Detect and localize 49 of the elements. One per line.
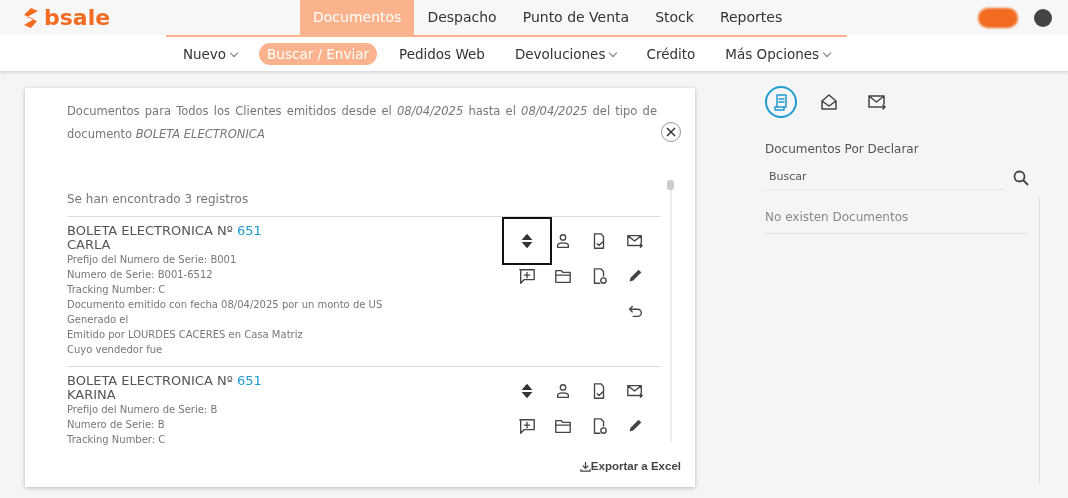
empty-message: No existen Documentos <box>765 209 909 224</box>
record-detail: Generado el <box>67 313 130 327</box>
subnav-tab[interactable]: Crédito <box>638 42 704 66</box>
subnav-tab[interactable]: Más Opciones <box>717 42 839 66</box>
swap-button[interactable] <box>504 219 550 263</box>
nav-tab[interactable]: Reportes <box>706 0 796 35</box>
filter-description: Documentos para Todos los Clientes emitidos desde el 08/04/2025 hasta el 08/04/2025 del tipo de documento BOLETA ELECTRONICA <box>67 104 657 141</box>
mail-send-icon <box>626 382 644 400</box>
export-link[interactable]: Exportar a Excel <box>579 457 681 475</box>
download-icon <box>579 461 591 473</box>
close-icon <box>666 127 676 137</box>
person-icon <box>554 232 572 250</box>
mail-send-icon <box>867 92 887 112</box>
subnav-tab[interactable]: Devoluciones <box>506 42 625 66</box>
clear-filter-button[interactable] <box>661 122 681 142</box>
record-detail: Emitido por LOURDES CACERES en Casa Matriz <box>67 328 304 342</box>
search-icon[interactable] <box>1013 169 1029 186</box>
person-icon <box>554 382 572 400</box>
nav-tab[interactable]: Stock <box>642 0 707 35</box>
record-detail: Numero de Serie: B001-6512 <box>67 268 214 282</box>
record-detail: Documento emitido con fecha 08/04/2025 por un monto de US <box>67 298 383 312</box>
record-detail: Prefijo del Numero de Serie: B001 <box>67 253 238 267</box>
record-detail: Prefijo del Numero de Serie: B <box>67 403 219 417</box>
panel-title: Documentos Por Declarar <box>765 142 919 156</box>
nav-tab[interactable]: Punto de Venta <box>509 0 643 35</box>
avatar-icon[interactable] <box>1034 8 1052 27</box>
nav-tab[interactable]: Despacho <box>414 0 510 35</box>
brand-name: bsale <box>44 4 111 32</box>
client-name: KARINA <box>67 388 117 402</box>
account-button[interactable] <box>978 7 1018 28</box>
subnav-tab[interactable]: Pedidos Web <box>391 42 493 66</box>
result-count: Se han encontrado 3 registros <box>67 192 249 206</box>
record-title: BOLETA ELECTRONICA Nº <box>67 373 234 388</box>
open-mail-icon <box>819 92 839 112</box>
logo-icon <box>22 6 40 29</box>
folder-icon <box>554 267 572 285</box>
mail-send-icon <box>626 232 644 250</box>
record-title: BOLETA ELECTRONICA Nº <box>67 223 234 238</box>
scrollbar-thumb[interactable] <box>667 180 674 190</box>
record-detail: Tracking Number: C <box>67 283 167 297</box>
search-field[interactable]: Buscar <box>765 166 1005 190</box>
record-detail: Tracking Number: C <box>67 433 167 445</box>
subnav-tab[interactable]: Nuevo <box>174 42 246 66</box>
record-detail: Numero de Serie: B <box>67 418 166 432</box>
record-detail: Cuyo vendedor fue <box>67 343 164 357</box>
comment-add-icon <box>518 267 536 285</box>
comment-add-icon <box>518 417 536 435</box>
folder-icon <box>554 417 572 435</box>
client-name: CARLA <box>67 238 112 252</box>
